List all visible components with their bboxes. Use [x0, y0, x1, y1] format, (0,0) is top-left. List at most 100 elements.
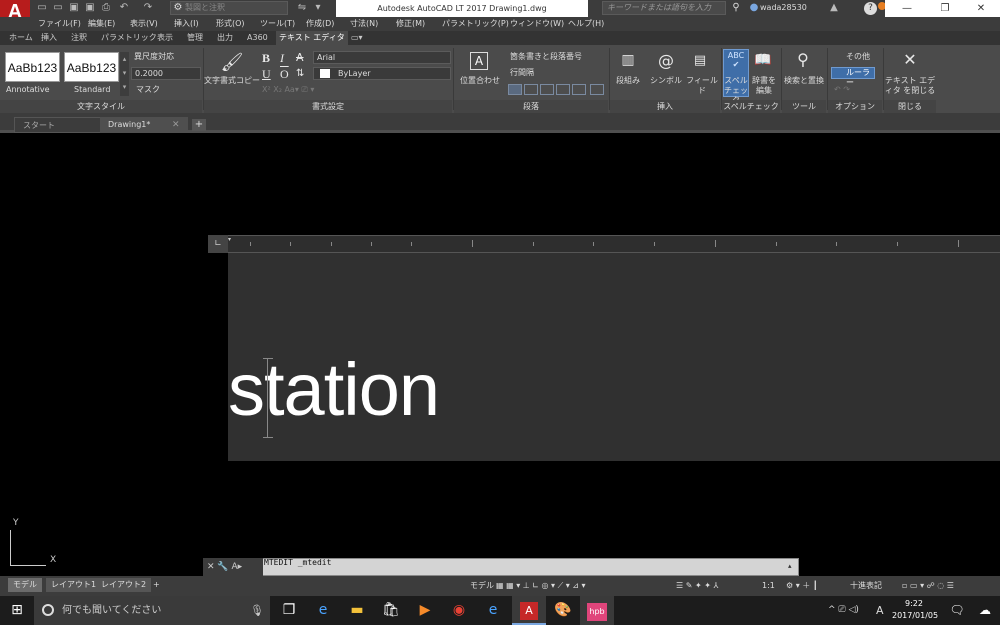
system-tray-icons[interactable]: ^ ⎚ ◁)	[828, 596, 859, 625]
chevron-down-icon[interactable]: ▾	[312, 2, 324, 14]
annotative-toggle[interactable]: 異尺度対応	[134, 51, 174, 63]
menu-window[interactable]: ウィンドウ(W)	[510, 17, 564, 31]
ruler-tab-selector[interactable]: ∟	[208, 235, 228, 253]
edit-dictionaries-button[interactable]: 辞書を 編集	[750, 76, 778, 96]
wrench-icon[interactable]: 🔧	[217, 562, 228, 572]
autocad-taskbar-icon[interactable]: A	[512, 596, 546, 625]
layout-tab-layout1[interactable]: レイアウト1	[46, 578, 102, 592]
task-view-icon[interactable]: ❐	[272, 596, 306, 625]
ime-indicator[interactable]: A	[876, 596, 884, 625]
menu-draw[interactable]: 作成(D)	[306, 17, 334, 31]
layout-tab-layout2[interactable]: レイアウト2	[96, 578, 152, 592]
redo-icon[interactable]: ↷	[142, 2, 154, 14]
mask-button[interactable]: マスク	[136, 84, 160, 96]
tab-home[interactable]: ホーム	[6, 31, 36, 45]
microphone-icon[interactable]: 🎙	[250, 596, 264, 625]
menu-view[interactable]: 表示(V)	[130, 17, 158, 31]
align-right-button[interactable]	[540, 84, 554, 95]
distribute-button[interactable]	[572, 84, 586, 95]
tab-a360[interactable]: A360	[244, 31, 271, 45]
edge-icon[interactable]: e	[306, 596, 340, 625]
hpb-app-icon[interactable]: hpb	[580, 596, 614, 625]
undo-icon[interactable]: ↶	[118, 2, 130, 14]
style-annotative-preview[interactable]: AaBb123	[5, 52, 60, 82]
match-properties-button[interactable]: 文字書式コピー	[204, 76, 260, 86]
style-standard-preview[interactable]: AaBb123	[64, 52, 119, 82]
cloud-icon[interactable]: ☁	[968, 596, 1000, 625]
symbol-button[interactable]: シンボル	[648, 76, 684, 86]
tab-parametric[interactable]: パラメトリック	[98, 31, 160, 45]
saveas-icon[interactable]: ▣	[84, 2, 96, 14]
share-icon[interactable]: ⇋	[296, 2, 308, 14]
underline-button[interactable]: U	[262, 67, 271, 82]
menu-tools[interactable]: ツール(T)	[260, 17, 295, 31]
tab-start[interactable]: スタート	[14, 117, 102, 133]
tab-view[interactable]: 表示	[154, 31, 176, 45]
search-input[interactable]: キーワードまたは語句を入力	[602, 1, 726, 15]
plot-icon[interactable]: ⎙	[100, 2, 112, 14]
file-explorer-icon[interactable]: ▬	[340, 596, 374, 625]
mtext-content[interactable]: station	[228, 340, 440, 440]
grid-toggle[interactable]: ▦ ▦ ▾ ⊥ ∟ ◎ ▾ ⟋ ▾ ⊿ ▾	[496, 580, 586, 592]
justify-button[interactable]	[556, 84, 570, 95]
cortana-search-box[interactable]: 何でも聞いてください	[34, 596, 270, 625]
chrome-icon[interactable]: ◉	[442, 596, 476, 625]
menu-insert[interactable]: 挿入(I)	[174, 17, 199, 31]
line-spacing-button[interactable]: 行間隔	[510, 67, 534, 79]
undo-redo-icons[interactable]: ↶ ↷	[834, 84, 850, 96]
close-text-editor-button[interactable]: テキスト エディタ を閉じる	[884, 76, 936, 96]
align-left-button[interactable]	[508, 84, 522, 95]
tab-annotate[interactable]: 注釈	[68, 31, 90, 45]
taskbar-clock[interactable]: 9:22 2017/01/05	[892, 598, 938, 622]
tab-text-editor[interactable]: テキスト エディタ	[276, 31, 348, 45]
help-button[interactable]: ?	[864, 2, 877, 15]
strikethrough-button[interactable]: A	[296, 51, 304, 64]
new-icon[interactable]: ▭	[36, 2, 48, 14]
store-icon[interactable]: 🛍	[374, 596, 408, 625]
paragraph-dialog-button[interactable]	[590, 84, 604, 95]
status-tools-icons[interactable]: ▫ ▭ ▾ ☍ ◌ ☰	[902, 580, 954, 592]
windows-start-button[interactable]: ⊞	[0, 596, 34, 625]
tab-insert[interactable]: 挿入	[38, 31, 60, 45]
menu-parametric[interactable]: パラメトリック(P)	[442, 17, 509, 31]
overline-button[interactable]: O	[280, 67, 289, 82]
justification-button[interactable]: 位置合わせ	[455, 76, 505, 86]
find-replace-button[interactable]: 検索と置換	[782, 76, 826, 86]
model-space-toggle[interactable]: モデル	[470, 580, 494, 592]
units-select[interactable]: 十進表記	[850, 580, 882, 592]
workspace-switch-icon[interactable]: ⚙ ▾ ＋ ┃	[786, 580, 818, 592]
maximize-button[interactable]: ❐	[926, 0, 964, 17]
open-icon[interactable]: ▭	[52, 2, 64, 14]
field-button[interactable]: フィールド	[684, 76, 720, 96]
add-layout-button[interactable]: +	[148, 578, 165, 592]
font-select[interactable]: Arial	[313, 51, 451, 64]
binoculars-icon[interactable]: ⚲	[730, 2, 742, 14]
style-gallery-scroll[interactable]: ▴ ▾ ▾	[120, 52, 129, 96]
close-tab-icon[interactable]: ✕	[172, 117, 180, 133]
align-center-button[interactable]	[524, 84, 538, 95]
case-icon[interactable]: ⇅	[296, 68, 304, 79]
italic-button[interactable]: I	[280, 51, 284, 66]
close-button[interactable]: ✕	[962, 0, 1000, 17]
columns-button[interactable]: 段組み	[612, 76, 644, 86]
menu-format[interactable]: 形式(O)	[216, 17, 245, 31]
menu-file[interactable]: ファイル(F)	[38, 17, 81, 31]
menu-help[interactable]: ヘルプ(H)	[568, 17, 604, 31]
autodesk-app-store-icon[interactable]: ▲	[828, 2, 840, 14]
text-height-field[interactable]: 0.2000	[131, 67, 201, 80]
new-tab-button[interactable]: +	[192, 119, 206, 131]
command-history-icon[interactable]: ▴	[788, 562, 792, 570]
annotation-scale[interactable]: 1:1	[762, 580, 775, 592]
minimize-button[interactable]: —	[888, 0, 926, 17]
bold-button[interactable]: B	[262, 51, 270, 66]
ie-icon[interactable]: e	[476, 596, 510, 625]
media-player-icon[interactable]: ▶	[408, 596, 442, 625]
more-options-button[interactable]: その他	[834, 51, 870, 63]
indent-marker[interactable]: ▾	[228, 236, 231, 243]
close-command-icon[interactable]: ✕	[207, 562, 215, 572]
bullets-button[interactable]: 箇条書きと段落番号	[510, 51, 582, 63]
workspace-select[interactable]: 製図と注釈	[170, 1, 288, 15]
paint-icon[interactable]: 🎨	[546, 596, 580, 625]
menu-edit[interactable]: 編集(E)	[88, 17, 115, 31]
text-ruler[interactable]	[208, 235, 1000, 253]
